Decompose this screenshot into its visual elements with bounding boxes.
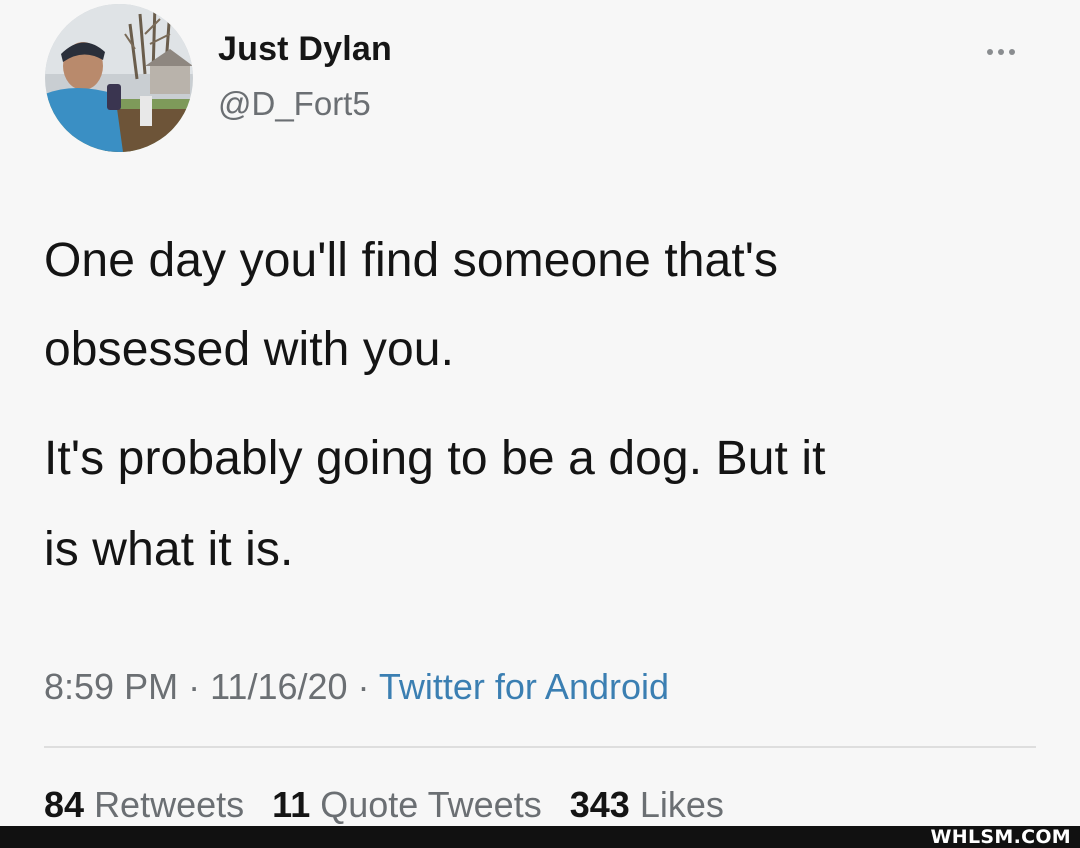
- watermark: WHLSM.COM: [930, 826, 1071, 848]
- retweets-label: Retweets: [94, 784, 245, 825]
- source-link[interactable]: Twitter for Android: [379, 666, 669, 707]
- quotes-label: Quote Tweets: [320, 784, 542, 825]
- retweets-stat[interactable]: 84 Retweets: [44, 784, 244, 825]
- likes-count: 343: [569, 784, 630, 825]
- quotes-count: 11: [272, 784, 311, 825]
- tweet-text-line: One day you'll find someone that's: [44, 234, 779, 287]
- engagement-stats: 84 Retweets 11 Quote Tweets 343 Likes: [44, 784, 742, 826]
- avatar[interactable]: [45, 4, 193, 152]
- tweet-text-line: It's probably going to be a dog. But it: [44, 432, 826, 485]
- meta-separator: ·: [347, 666, 379, 707]
- tweet-meta: 8:59 PM · 11/16/20 · Twitter for Android: [44, 666, 669, 708]
- display-name[interactable]: Just Dylan: [218, 30, 392, 69]
- tweet-card: Just Dylan @D_Fort5 One day you'll find …: [0, 0, 1080, 826]
- ellipsis-icon[interactable]: [987, 42, 1027, 58]
- meta-separator: ·: [178, 666, 211, 707]
- tweet-text-line: obsessed with you.: [44, 323, 455, 376]
- tweet-time[interactable]: 8:59 PM: [44, 666, 178, 707]
- divider: [44, 746, 1036, 748]
- retweets-count: 84: [44, 784, 85, 825]
- tweet-text-line: is what it is.: [44, 523, 294, 576]
- watermark-bar: [0, 826, 1080, 848]
- likes-label: Likes: [639, 784, 724, 825]
- likes-stat[interactable]: 343 Likes: [570, 784, 724, 825]
- user-handle[interactable]: @D_Fort5: [218, 85, 371, 123]
- quote-tweets-stat[interactable]: 11 Quote Tweets: [272, 784, 542, 825]
- tweet-date[interactable]: 11/16/20: [210, 666, 347, 707]
